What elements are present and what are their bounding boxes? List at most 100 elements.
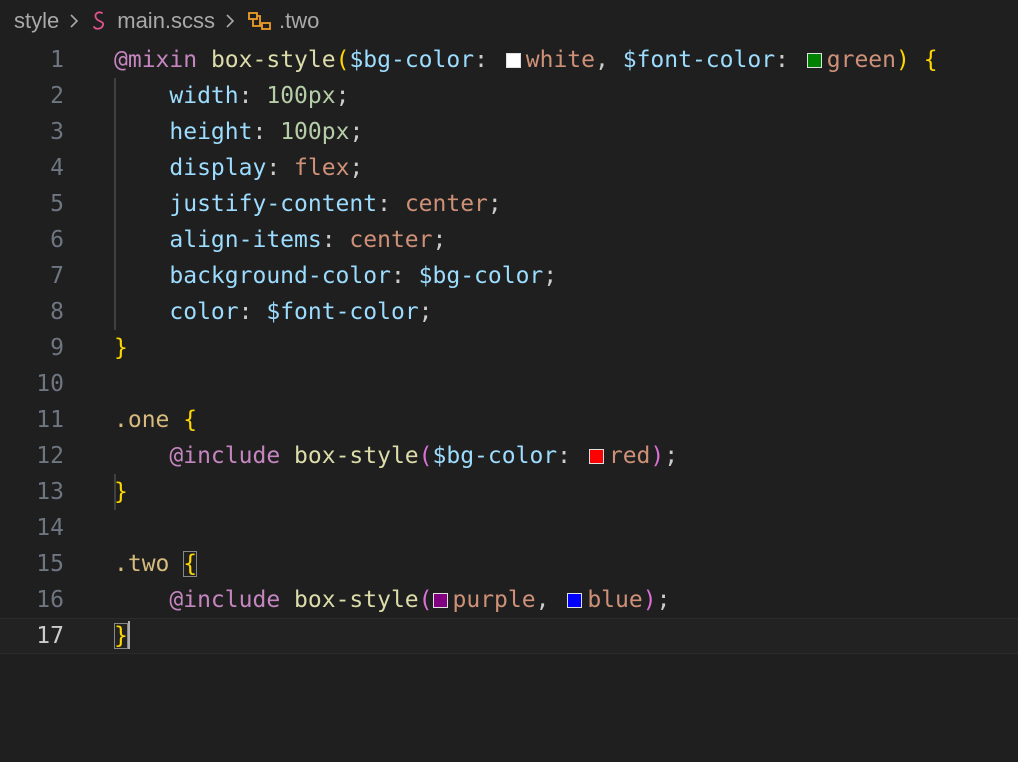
code-line[interactable]: 1 @mixin box-style($bg-color: white, $fo… [0, 42, 1018, 78]
code-line[interactable]: 6 align-items: center; [0, 222, 1018, 258]
token-property: height [169, 119, 253, 145]
token-bracket: ) [650, 443, 665, 469]
line-number: 10 [36, 371, 64, 397]
token-property: color [169, 299, 239, 325]
code-line[interactable]: 7 background-color: $bg-color; [0, 258, 1018, 294]
token-value: purple [452, 587, 536, 613]
token-number: 100px [266, 83, 336, 109]
token-value: blue [587, 587, 643, 613]
code-line[interactable]: 8 color: $font-color; [0, 294, 1018, 330]
token-bracket: } [114, 479, 128, 505]
code-line[interactable]: 2 width: 100px; [0, 78, 1018, 114]
token-punct: ; [349, 155, 364, 181]
token-selector: .two [114, 551, 170, 577]
breadcrumb-symbol-two[interactable]: .two [247, 8, 319, 34]
token-keyword: @include [169, 443, 281, 469]
line-number: 7 [50, 263, 64, 289]
breadcrumb-file-label: main.scss [117, 8, 216, 33]
token-variable: $font-color [622, 47, 776, 73]
token-punct: : [390, 263, 419, 289]
token-variable: $font-color [266, 299, 419, 325]
token-punct: : [321, 227, 350, 253]
color-swatch-white[interactable] [505, 53, 521, 68]
token-punct: , [535, 587, 564, 613]
code-line[interactable]: 15 .two { [0, 546, 1018, 582]
breadcrumb-file-main-scss[interactable]: main.scss [91, 8, 215, 34]
token-punct: : [775, 47, 803, 73]
token-variable: $bg-color [432, 443, 558, 469]
code-line-current[interactable]: 17 } [0, 618, 1018, 654]
token-punct: ; [656, 587, 671, 613]
token-property: align-items [169, 227, 322, 253]
code-line[interactable]: 3 height: 100px; [0, 114, 1018, 150]
token-bracket: { [183, 407, 198, 433]
scss-file-icon [93, 11, 105, 30]
color-swatch-green[interactable] [806, 53, 822, 68]
token-bracket: ) [896, 47, 910, 73]
token-mixin-name: box-style [294, 587, 419, 613]
token-bracket: ( [418, 587, 433, 613]
token-keyword: @include [169, 587, 281, 613]
token-property: background-color [169, 263, 391, 289]
token-bracket-matched: { [183, 551, 198, 577]
token-punct: ; [349, 119, 364, 145]
token-value: flex [294, 155, 350, 181]
code-line[interactable]: 13 } [0, 474, 1018, 510]
token-keyword: @mixin [114, 47, 198, 73]
color-swatch-purple[interactable] [432, 593, 448, 608]
code-editor[interactable]: 1 @mixin box-style($bg-color: white, $fo… [0, 42, 1018, 654]
token-selector: .one [114, 407, 170, 433]
token-property: justify-content [169, 191, 378, 217]
token-bracket: ( [335, 47, 350, 73]
line-number: 16 [36, 587, 64, 613]
token-value: red [608, 443, 651, 469]
line-number: 15 [36, 551, 64, 577]
line-number: 9 [50, 335, 64, 361]
code-line[interactable]: 4 display: flex; [0, 150, 1018, 186]
text-cursor [127, 621, 130, 649]
class-symbol-icon [248, 12, 271, 30]
line-number: 6 [50, 227, 64, 253]
token-value: white [525, 47, 596, 73]
token-variable: $bg-color [418, 263, 544, 289]
code-line[interactable]: 12 @include box-style($bg-color: red); [0, 438, 1018, 474]
token-punct: ; [487, 191, 502, 217]
token-punct: ; [335, 83, 350, 109]
token-mixin-name: box-style [294, 443, 419, 469]
token-punct: ; [543, 263, 558, 289]
token-mixin-name: box-style [210, 47, 336, 73]
line-number: 17 [36, 623, 64, 649]
token-punct: : [266, 155, 295, 181]
token-bracket: } [114, 335, 128, 361]
breadcrumb-symbol-label: .two [279, 8, 320, 33]
token-punct: ; [664, 443, 679, 469]
color-swatch-blue[interactable] [567, 593, 583, 608]
token-punct: : [377, 191, 405, 217]
token-property: display [169, 155, 267, 181]
code-line[interactable]: 14 [0, 510, 1018, 546]
token-punct: ; [432, 227, 447, 253]
code-line[interactable]: 16 @include box-style( purple, blue); [0, 582, 1018, 618]
color-swatch-red[interactable] [588, 449, 604, 464]
token-bracket: { [923, 47, 938, 73]
code-line[interactable]: 10 [0, 366, 1018, 402]
token-punct: ; [418, 299, 433, 325]
breadcrumb-folder-style[interactable]: style [14, 8, 59, 34]
code-line[interactable]: 9 } [0, 330, 1018, 366]
token-punct: : [252, 119, 281, 145]
token-punct: : [474, 47, 502, 73]
token-bracket: ) [642, 587, 657, 613]
token-value: green [826, 47, 896, 73]
line-number: 8 [50, 299, 64, 325]
breadcrumb: style main.scss .two [0, 0, 1018, 42]
token-punct: , [595, 47, 623, 73]
token-property: width [169, 83, 239, 109]
token-bracket: ( [418, 443, 433, 469]
token-bracket-matched: } [114, 623, 128, 649]
code-line[interactable]: 11 .one { [0, 402, 1018, 438]
line-number: 13 [36, 479, 64, 505]
chevron-right-icon [70, 14, 79, 28]
code-line[interactable]: 5 justify-content: center; [0, 186, 1018, 222]
token-value: center [349, 227, 433, 253]
line-number: 3 [50, 119, 64, 145]
